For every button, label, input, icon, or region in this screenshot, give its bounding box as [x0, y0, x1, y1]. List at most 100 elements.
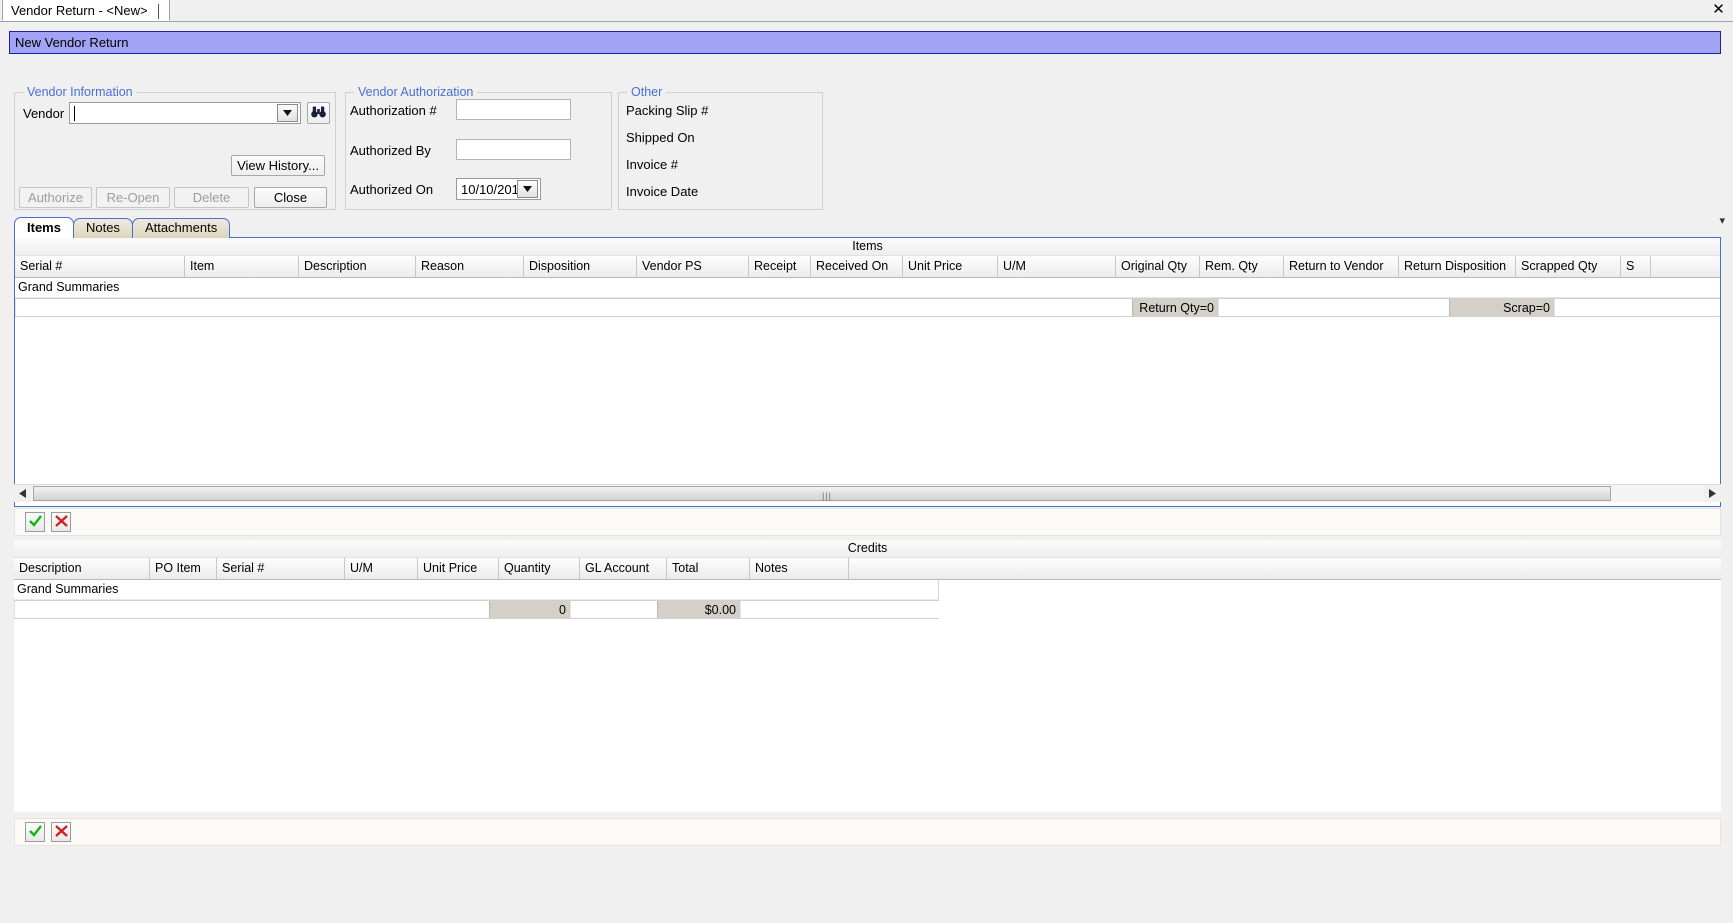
check-icon	[28, 514, 42, 530]
credits-summary-row: 0 $0.00	[14, 600, 939, 619]
chevron-right-icon[interactable]	[1704, 485, 1721, 502]
x-icon	[54, 824, 68, 840]
column-header[interactable]: Receipt	[749, 256, 811, 277]
items-cancel-button[interactable]	[51, 512, 71, 532]
summary-value: 0	[489, 601, 570, 618]
x-icon	[54, 514, 68, 530]
column-header[interactable]: Unit Price	[418, 558, 499, 579]
column-header[interactable]: Quantity	[499, 558, 580, 579]
column-header[interactable]: Original Qty	[1116, 256, 1200, 277]
re-open-button[interactable]: Re-Open	[96, 187, 170, 208]
view-history-button[interactable]: View History...	[231, 155, 325, 176]
authorized-on-value: 10/10/201	[461, 181, 517, 197]
items-tabpanel: Items Serial # Item Description Reason Dispo…	[14, 237, 1721, 507]
other-group: Other Packing Slip # Shipped On Invoice …	[618, 85, 823, 210]
summary-spacer	[14, 601, 489, 618]
invoice-number-label: Invoice #	[626, 157, 679, 172]
column-header[interactable]: U/M	[345, 558, 418, 579]
column-header[interactable]: Item	[185, 256, 299, 277]
chevron-down-icon[interactable]	[517, 180, 538, 198]
column-header[interactable]: Return Disposition	[1399, 256, 1516, 277]
vendor-information-title: Vendor Information	[23, 85, 137, 99]
column-header[interactable]: Serial #	[15, 256, 185, 277]
column-header[interactable]: Total	[667, 558, 750, 579]
authorization-number-field[interactable]	[456, 99, 571, 120]
summary-value: Return Qty=0	[1132, 299, 1218, 316]
panel-collapse-icon[interactable]: ▾	[1719, 214, 1725, 227]
scrollbar-grip: |||	[822, 491, 833, 501]
close-icon[interactable]: ✕	[1710, 2, 1727, 19]
column-header[interactable]: Description	[299, 256, 416, 277]
other-title: Other	[627, 85, 667, 99]
tab-items[interactable]: Items	[14, 217, 74, 238]
credits-panel: Credits Description PO Item Serial # U/M Uni…	[14, 540, 1721, 812]
vendor-information-group: Vendor Information Vendor View History..…	[14, 85, 336, 210]
column-header[interactable]: Return to Vendor	[1284, 256, 1399, 277]
form-page: New Vendor Return Vendor Information Ven…	[0, 22, 1733, 923]
column-header[interactable]: S	[1621, 256, 1651, 277]
vendor-authorization-group: Vendor Authorization Authorization # Aut…	[345, 85, 612, 210]
column-header[interactable]: GL Account	[580, 558, 667, 579]
credits-edit-actions	[14, 818, 1721, 846]
vendor-combobox[interactable]	[69, 102, 301, 124]
scrollbar-thumb[interactable]: |||	[33, 486, 1611, 501]
column-header[interactable]: U/M	[998, 256, 1116, 277]
column-header[interactable]: Disposition	[524, 256, 637, 277]
summary-spacer	[740, 601, 939, 618]
document-tab-vendor-return[interactable]: Vendor Return - <New>	[2, 0, 170, 21]
binoculars-icon	[311, 104, 326, 123]
text-caret	[74, 105, 75, 121]
items-grid-caption: Items	[15, 238, 1720, 256]
credits-grid-header: Description PO Item Serial # U/M Unit Price Q…	[14, 558, 1721, 580]
chevron-left-icon[interactable]	[14, 485, 31, 502]
authorized-by-field[interactable]	[456, 139, 571, 160]
document-tab-label: Vendor Return - <New>	[11, 3, 148, 18]
column-header[interactable]: Rem. Qty	[1200, 256, 1284, 277]
summary-value	[570, 601, 657, 618]
column-header[interactable]: Vendor PS	[637, 256, 749, 277]
column-header[interactable]: Description	[14, 558, 150, 579]
column-header[interactable]: PO Item	[150, 558, 217, 579]
credits-cancel-button[interactable]	[51, 822, 71, 842]
column-header[interactable]: Reason	[416, 256, 524, 277]
shipped-on-label: Shipped On	[626, 130, 695, 145]
items-edit-actions	[14, 508, 1721, 536]
summary-spacer	[1218, 299, 1449, 316]
credits-grid-caption: Credits	[14, 540, 1721, 558]
check-icon	[28, 824, 42, 840]
authorized-on-datepicker[interactable]: 10/10/201	[456, 178, 541, 200]
column-header[interactable]: Notes	[750, 558, 849, 579]
items-confirm-button[interactable]	[25, 512, 45, 532]
tab-divider	[157, 3, 159, 19]
summary-value: Scrap=0	[1449, 299, 1554, 316]
tab-notes[interactable]: Notes	[72, 218, 133, 238]
summary-spacer	[15, 299, 1132, 316]
vendor-label: Vendor	[23, 106, 65, 121]
tab-attachments[interactable]: Attachments	[131, 218, 231, 238]
packing-slip-label: Packing Slip #	[626, 103, 709, 118]
page-title: New Vendor Return	[9, 31, 1721, 54]
items-grand-summaries-label: Grand Summaries	[15, 278, 1720, 298]
items-grid-header: Serial # Item Description Reason Disposition…	[15, 256, 1720, 278]
summary-value: $0.00	[657, 601, 740, 618]
authorize-button[interactable]: Authorize	[19, 187, 92, 208]
items-horizontal-scrollbar[interactable]: |||	[14, 484, 1721, 502]
chevron-down-icon[interactable]	[277, 104, 298, 122]
scrollbar-track[interactable]: |||	[31, 485, 1704, 502]
close-button[interactable]: Close	[254, 187, 327, 208]
authorized-by-label: Authorized By	[350, 143, 431, 158]
vendor-lookup-button[interactable]	[307, 102, 330, 124]
credits-confirm-button[interactable]	[25, 822, 45, 842]
column-header[interactable]: Serial #	[217, 558, 345, 579]
delete-button[interactable]: Delete	[174, 187, 249, 208]
items-summary-row: Return Qty=0 Scrap=0	[15, 298, 1720, 317]
column-header[interactable]: Received On	[811, 256, 903, 277]
column-header[interactable]: Scrapped Qty	[1516, 256, 1621, 277]
tabstrip: Items Notes Attachments	[14, 217, 231, 238]
vendor-authorization-title: Vendor Authorization	[354, 85, 478, 99]
credits-grand-summaries-label: Grand Summaries	[14, 580, 939, 600]
authorization-number-label: Authorization #	[350, 103, 437, 118]
invoice-date-label: Invoice Date	[626, 184, 699, 199]
column-header[interactable]: Unit Price	[903, 256, 998, 277]
authorized-on-label: Authorized On	[350, 182, 434, 197]
